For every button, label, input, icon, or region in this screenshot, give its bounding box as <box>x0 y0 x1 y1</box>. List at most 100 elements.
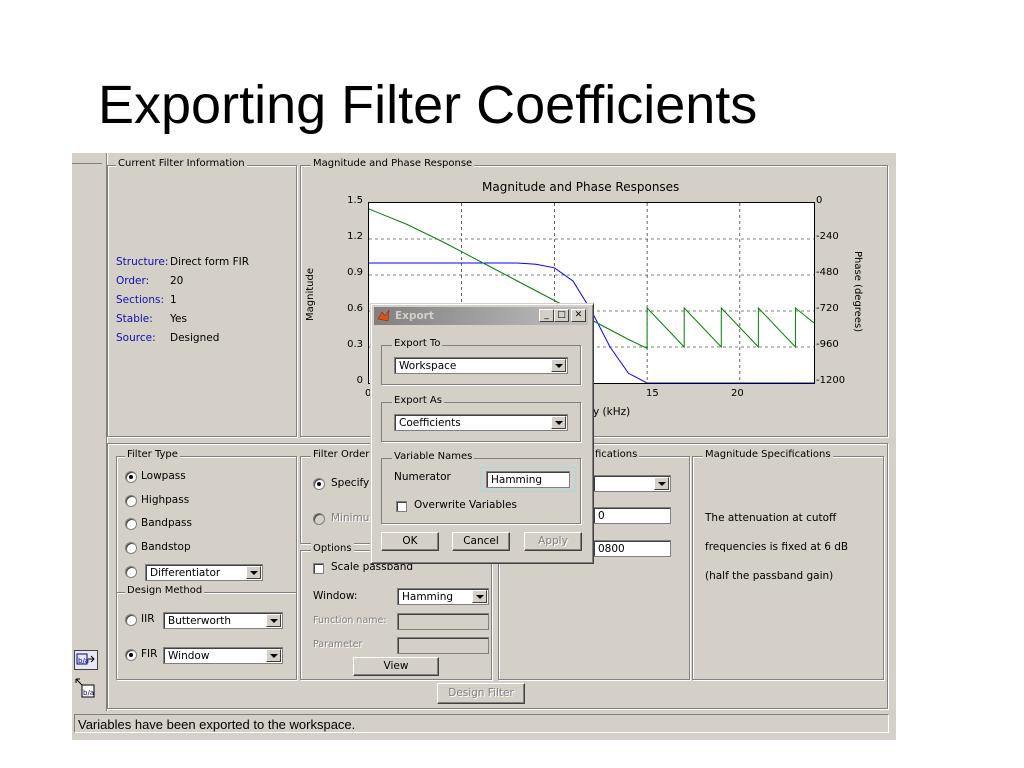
window-label: Window: <box>313 590 358 602</box>
design-filter-button[interactable]: Design Filter <box>437 683 525 704</box>
view-window-button[interactable]: View <box>353 657 439 676</box>
function-name-label: Function name: <box>313 615 387 626</box>
fir-method-select[interactable]: Window <box>163 647 283 664</box>
y-tick-right-3: -720 <box>816 303 839 314</box>
scale-passband-checkbox[interactable] <box>313 563 324 574</box>
specify-order-label: Specify <box>331 477 370 489</box>
fc-field[interactable]: 0800 <box>593 540 671 557</box>
mag-spec-line-3: (half the passband gain) <box>705 570 834 582</box>
iir-radio[interactable] <box>125 614 137 626</box>
variable-names-label: Variable Names <box>392 451 475 462</box>
y-axis-label-left: Magnitude <box>305 268 316 321</box>
info-row-sections: Sections: 1 <box>116 294 177 306</box>
lowpass-radio[interactable] <box>125 471 137 483</box>
y-tick-left-2: 0.9 <box>347 267 363 278</box>
parameter-label: Parameter <box>313 639 363 650</box>
filter-type-title: Filter Type <box>125 449 180 460</box>
filter-order-title: Filter Order <box>311 449 372 460</box>
function-name-field[interactable] <box>397 613 489 630</box>
maximize-icon[interactable]: □ <box>554 309 569 322</box>
filter-manager-icon[interactable]: b/a <box>74 650 98 670</box>
options-title: Options <box>311 543 354 554</box>
parameter-field[interactable] <box>397 637 489 654</box>
export-dialog-titlebar[interactable]: Export _ □ ✕ <box>374 307 588 325</box>
bandstop-radio[interactable] <box>125 542 137 554</box>
current-filter-info-panel: Current Filter Information Structure: Dir… <box>107 158 297 437</box>
chevron-down-icon[interactable] <box>246 566 261 579</box>
y-axis-label-right: Phase (degrees) <box>852 251 863 333</box>
frequency-specs-title: fications <box>593 449 640 460</box>
chevron-down-icon[interactable] <box>472 590 487 603</box>
status-bar: Variables have been exported to the work… <box>74 714 889 733</box>
slide-title: Exporting Filter Coefficients <box>98 75 758 135</box>
y-tick-left-0: 1.5 <box>347 195 363 206</box>
chevron-down-icon[interactable] <box>266 649 281 662</box>
export-to-group: Export To Workspace <box>381 338 581 385</box>
info-row-source: Source: Designed <box>116 332 220 344</box>
options-panel: Options Scale passband Window: Hamming F… <box>300 543 492 680</box>
x-tick-15: 15 <box>646 388 659 399</box>
cancel-button[interactable]: Cancel <box>452 532 510 551</box>
chevron-down-icon[interactable] <box>266 614 281 627</box>
y-tick-right-5: -1200 <box>816 375 846 386</box>
response-panel-title: Magnitude and Phase Response <box>311 158 475 169</box>
filter-type-panel: Filter Type Lowpass Highpass Bandpass Ba… <box>116 449 297 680</box>
info-row-stable: Stable: Yes <box>116 313 187 325</box>
chevron-down-icon[interactable] <box>551 359 566 372</box>
iir-method-select[interactable]: Butterworth <box>163 612 283 629</box>
y-tick-right-0: 0 <box>816 195 823 206</box>
fs-field[interactable]: 0 <box>593 507 671 524</box>
sidebar-strip <box>72 153 107 711</box>
export-as-label: Export As <box>392 395 444 406</box>
export-as-select[interactable]: Coefficients <box>394 414 568 431</box>
overwrite-variables-checkbox[interactable] <box>396 501 407 512</box>
close-icon[interactable]: ✕ <box>571 309 586 322</box>
y-tick-left-3: 0.6 <box>347 303 363 314</box>
highpass-label: Highpass <box>141 494 190 506</box>
y-tick-left-1: 1.2 <box>347 231 363 242</box>
specify-order-radio[interactable] <box>313 478 325 490</box>
chevron-down-icon[interactable] <box>551 416 566 429</box>
minimize-icon[interactable]: _ <box>539 309 554 322</box>
highpass-radio[interactable] <box>125 495 137 507</box>
units-select[interactable] <box>593 475 671 492</box>
lowpass-label: Lowpass <box>141 470 186 482</box>
y-tick-left-4: 0.3 <box>347 339 363 350</box>
export-to-label: Export To <box>392 338 443 349</box>
window-select[interactable]: Hamming <box>397 588 489 605</box>
x-tick-20: 20 <box>731 388 744 399</box>
y-tick-right-1: -240 <box>816 231 839 242</box>
status-text: Variables have been exported to the work… <box>78 717 356 732</box>
bandpass-label: Bandpass <box>141 517 192 529</box>
export-to-select[interactable]: Workspace <box>394 357 568 374</box>
overwrite-variables-label: Overwrite Variables <box>414 499 517 511</box>
fir-radio[interactable] <box>125 649 137 661</box>
bandstop-label: Bandstop <box>141 541 191 553</box>
bandpass-radio[interactable] <box>125 518 137 530</box>
plot-title: Magnitude and Phase Responses <box>482 180 680 194</box>
matlab-logo-icon <box>377 309 390 322</box>
fdatool-window: b/a b/a Current Filter Information Struc… <box>72 153 896 740</box>
current-filter-info-title: Current Filter Information <box>116 158 247 169</box>
design-method-title: Design Method <box>125 585 205 596</box>
numerator-field[interactable]: Hamming <box>486 471 570 488</box>
apply-button[interactable]: Apply <box>524 532 582 551</box>
other-type-select[interactable]: Differentiator <box>145 564 263 581</box>
svg-text:b/a: b/a <box>78 657 89 665</box>
ok-button[interactable]: OK <box>381 532 439 551</box>
magnitude-specs-panel: Magnitude Specifications The attenuation… <box>692 449 884 680</box>
chevron-down-icon[interactable] <box>654 477 669 490</box>
info-row-order: Order: 20 <box>116 275 184 287</box>
minimum-order-radio[interactable] <box>313 513 325 525</box>
magnitude-specs-title: Magnitude Specifications <box>703 449 833 460</box>
mag-spec-line-2: frequencies is fixed at 6 dB <box>705 541 849 553</box>
mag-spec-line-1: The attenuation at cutoff <box>705 512 837 524</box>
export-dialog: Export _ □ ✕ Export To Workspace Export … <box>370 303 594 564</box>
fir-label: FIR <box>141 648 158 660</box>
y-tick-left-5: 0 <box>356 375 363 386</box>
import-filter-icon[interactable]: b/a <box>74 677 98 699</box>
other-type-radio[interactable] <box>125 566 137 578</box>
iir-label: IIR <box>141 613 155 625</box>
x-axis-label: y (kHz) <box>593 406 631 418</box>
sidebar-divider <box>72 163 102 164</box>
